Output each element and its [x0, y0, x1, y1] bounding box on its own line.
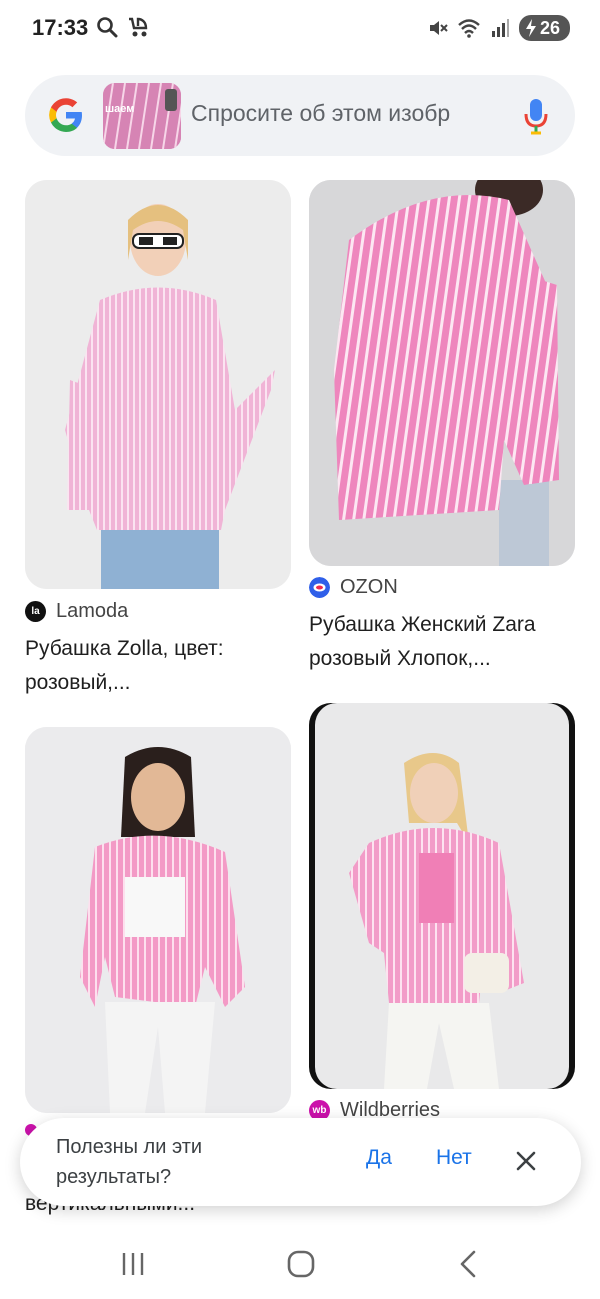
battery-indicator: 26: [518, 15, 570, 41]
charging-icon: [525, 19, 536, 37]
result-image[interactable]: [309, 703, 575, 1089]
product-photo: [25, 727, 291, 1113]
source-name: OZON: [340, 576, 398, 598]
wifi-icon: [458, 19, 480, 38]
clock: 17:33: [32, 15, 89, 40]
search-icon: [97, 17, 118, 38]
result-title[interactable]: Рубашка Женский Zara розовый Хлопок,...: [309, 608, 584, 676]
feedback-yes-button[interactable]: Да: [366, 1146, 392, 1170]
recent-apps-icon[interactable]: [116, 1247, 150, 1281]
source-name: Lamoda: [56, 600, 129, 622]
search-input[interactable]: Спросите об этом изобр: [191, 100, 491, 127]
mute-icon: [429, 21, 448, 35]
back-icon[interactable]: [452, 1247, 486, 1281]
close-icon[interactable]: [514, 1149, 538, 1173]
lamoda-icon: la: [25, 601, 46, 622]
feedback-no-button[interactable]: Нет: [436, 1146, 472, 1170]
result-source[interactable]: OZON: [309, 576, 398, 599]
ozon-icon: [309, 577, 330, 598]
query-image-thumbnail[interactable]: шаем: [103, 83, 181, 149]
product-photo: [309, 180, 575, 566]
product-photo: [315, 703, 569, 1089]
product-photo: [25, 180, 291, 589]
query-image: [103, 83, 181, 149]
result-image[interactable]: [25, 180, 291, 589]
result-title[interactable]: Рубашка Zolla, цвет: розовый,...: [25, 632, 295, 700]
status-bar: 17:33 26: [0, 0, 600, 58]
google-logo-icon[interactable]: [46, 95, 86, 135]
stroller-icon: [129, 17, 148, 37]
result-image[interactable]: [309, 180, 575, 566]
result-image[interactable]: [25, 727, 291, 1113]
navigation-bar: [0, 1225, 600, 1299]
thumbnail-overlay-text: шаем: [105, 103, 135, 115]
screen: 17:33 26 шаем Спросите об этом изобр la …: [0, 0, 600, 1299]
signal-icon: [491, 19, 509, 37]
feedback-question: Полезны ли эти результаты?: [56, 1136, 203, 1188]
battery-level: 26: [539, 17, 560, 38]
feedback-prompt: Полезны ли эти результаты? Да Нет: [20, 1118, 581, 1206]
search-bar[interactable]: шаем Спросите об этом изобр: [25, 75, 575, 156]
home-icon[interactable]: [284, 1247, 318, 1281]
result-source[interactable]: la Lamoda: [25, 600, 128, 623]
microphone-icon[interactable]: [523, 97, 549, 135]
